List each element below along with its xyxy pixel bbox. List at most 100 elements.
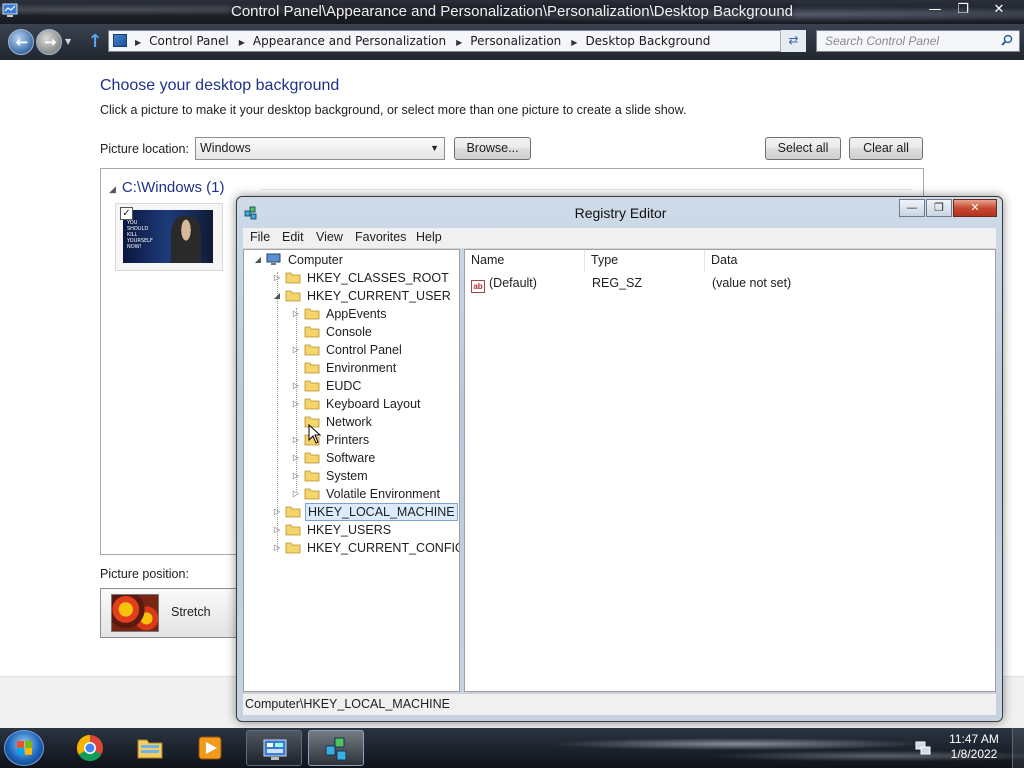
clear-all-button[interactable]: Clear all <box>849 137 923 160</box>
flower-preview-image <box>111 594 159 632</box>
breadcrumb[interactable]: ▶ Control Panel ▶ Appearance and Personaliz… <box>108 30 806 52</box>
picture-location-select[interactable]: Windows ▼ <box>195 137 445 160</box>
expand-triangle-icon[interactable]: ▷ <box>290 341 302 359</box>
breadcrumb-appearance[interactable]: Appearance and Personalization <box>249 31 452 51</box>
browse-button[interactable]: Browse... <box>454 137 531 160</box>
menu-file[interactable]: File <box>250 230 270 244</box>
forward-button[interactable]: → <box>36 29 62 55</box>
column-header-type[interactable]: Type <box>585 250 705 272</box>
expand-triangle-icon[interactable]: ▷ <box>271 503 283 521</box>
expand-triangle-icon[interactable]: ▷ <box>290 395 302 413</box>
folder-icon <box>304 470 320 482</box>
gallery-group-label: C:\Windows (1) <box>121 179 225 196</box>
status-bar: Computer\HKEY_LOCAL_MACHINE <box>243 693 996 715</box>
system-clock[interactable]: 11:47 AM 1/8/2022 <box>944 732 1004 762</box>
expand-triangle-icon[interactable]: ▷ <box>290 467 302 485</box>
expand-triangle-icon[interactable]: ▷ <box>290 377 302 395</box>
collapse-triangle-icon[interactable]: ◢ <box>109 184 116 194</box>
folder-icon <box>304 452 320 464</box>
regedit-restore-button[interactable]: ❐ <box>926 199 952 217</box>
show-desktop-button[interactable] <box>1012 728 1024 768</box>
folder-icon <box>304 326 320 338</box>
chevron-right-icon[interactable]: ▶ <box>235 33 249 53</box>
gallery-group-header[interactable]: ◢ C:\Windows (1) <box>109 179 224 196</box>
back-button[interactable]: ← <box>8 29 34 55</box>
taskbar-chrome[interactable] <box>62 730 118 766</box>
chevron-right-icon[interactable]: ▶ <box>131 33 145 53</box>
minimize-button[interactable]: — <box>920 0 950 20</box>
page-description: Click a picture to make it your desktop … <box>100 103 687 117</box>
collapse-triangle-icon[interactable]: ◢ <box>271 287 283 305</box>
chevron-right-icon[interactable]: ▶ <box>452 33 466 53</box>
clock-time: 11:47 AM <box>949 732 999 746</box>
tree-label: Control Panel <box>326 343 402 357</box>
up-arrow-icon[interactable]: ↑ <box>86 32 104 52</box>
tree-label-hklm: HKEY_LOCAL_MACHINE <box>305 503 458 521</box>
breadcrumb-control-panel[interactable]: Control Panel <box>145 31 235 51</box>
wallpaper-thumbnail[interactable]: ✓ YOU SHOULD KILL YOURSELF NOW! <box>115 203 223 271</box>
restore-button[interactable]: ❐ <box>948 0 978 20</box>
tree-label-computer: Computer <box>288 253 343 267</box>
taskbar-control-panel[interactable] <box>246 730 302 766</box>
value-name: (Default) <box>489 276 537 290</box>
tree-label: EUDC <box>326 379 362 393</box>
picture-position-select[interactable]: Stretch <box>100 588 240 638</box>
address-bar-strip: ← → ▼ ↑ ▶ Control Panel ▶ Appearance and Pe… <box>0 24 1024 60</box>
back-arrow-icon: ← <box>15 33 29 51</box>
menu-help[interactable]: Help <box>416 230 442 244</box>
registry-values-list[interactable]: Name Type Data ab (Default) REG_SZ (value… <box>464 249 996 692</box>
refresh-button[interactable]: ⇄ <box>780 30 806 52</box>
value-row-name[interactable]: ab (Default) <box>471 274 537 293</box>
registry-tree[interactable]: ◢ Computer ▷ HKEY_CLASSES_ROOT ◢ HKEY_CU… <box>243 249 460 692</box>
window-title: Control Panel\Appearance and Personaliza… <box>230 3 794 20</box>
select-all-button[interactable]: Select all <box>765 137 841 160</box>
tree-label: Environment <box>326 361 397 375</box>
breadcrumb-desktop-background[interactable]: Desktop Background <box>581 31 716 51</box>
thumbnail-figure <box>171 216 201 263</box>
folder-icon <box>304 488 320 500</box>
search-placeholder: Search Control Panel <box>825 34 940 48</box>
regedit-close-button[interactable]: ✕ <box>953 199 997 217</box>
chevron-right-icon[interactable]: ▶ <box>567 33 581 53</box>
chevron-down-icon: ▼ <box>430 143 439 153</box>
explorer-icon <box>137 739 163 759</box>
expand-triangle-icon[interactable]: ▷ <box>290 305 302 323</box>
close-button[interactable]: ✕ <box>984 0 1014 20</box>
taskbar-registry-editor[interactable] <box>308 730 364 766</box>
expand-triangle-icon[interactable]: ▷ <box>290 431 302 449</box>
breadcrumb-personalization[interactable]: Personalization <box>466 31 567 51</box>
folder-icon <box>285 524 301 536</box>
thumbnail-checkbox[interactable]: ✓ <box>120 207 133 220</box>
regedit-minimize-button[interactable]: — <box>899 199 925 217</box>
expand-triangle-icon[interactable]: ▷ <box>290 485 302 503</box>
expand-triangle-icon[interactable]: ▷ <box>271 539 283 557</box>
column-header-name[interactable]: Name <box>465 250 585 272</box>
expand-triangle-icon[interactable]: ▷ <box>290 449 302 467</box>
expand-triangle-icon[interactable]: ▷ <box>271 521 283 539</box>
network-icon[interactable] <box>914 739 932 757</box>
taskbar-explorer[interactable] <box>122 730 178 766</box>
folder-icon <box>304 308 320 320</box>
menu-edit[interactable]: Edit <box>282 230 304 244</box>
recent-pages-dropdown-icon[interactable]: ▼ <box>65 37 71 46</box>
tree-label: Network <box>326 415 372 429</box>
start-button[interactable] <box>4 730 44 766</box>
string-value-icon: ab <box>471 280 485 293</box>
collapse-triangle-icon[interactable]: ◢ <box>252 251 264 269</box>
search-icon[interactable] <box>1001 34 1013 46</box>
regedit-icon <box>325 737 347 761</box>
clock-date: 1/8/2022 <box>950 747 998 761</box>
tree-label-hkcc: HKEY_CURRENT_CONFIG <box>307 541 460 555</box>
tree-label: Keyboard Layout <box>326 397 421 411</box>
control-panel-icon <box>263 739 287 760</box>
folder-icon <box>304 344 320 356</box>
tree-label-hku: HKEY_USERS <box>307 523 392 537</box>
menu-favorites[interactable]: Favorites <box>355 230 406 244</box>
expand-triangle-icon[interactable]: ▷ <box>271 269 283 287</box>
column-header-data[interactable]: Data <box>705 250 995 272</box>
folder-icon <box>304 398 320 410</box>
taskbar-media-player[interactable] <box>182 730 238 766</box>
menu-view[interactable]: View <box>316 230 343 244</box>
tree-label: Console <box>326 325 372 339</box>
search-input[interactable]: Search Control Panel <box>816 30 1020 52</box>
